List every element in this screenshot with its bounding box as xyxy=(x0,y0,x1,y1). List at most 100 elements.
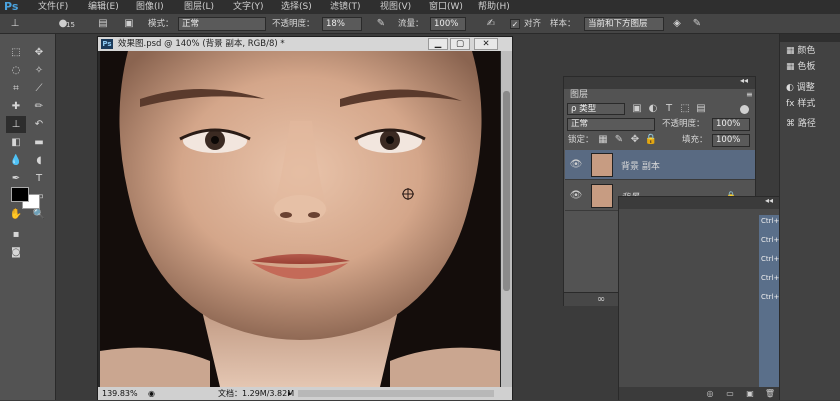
ignore-adjustment-icon[interactable]: ◈ xyxy=(670,17,684,31)
clone-source-icon[interactable]: ▣ xyxy=(122,17,136,31)
lock-all-icon[interactable]: 🔒 xyxy=(644,133,658,147)
marquee-tool-icon[interactable]: ⬚ xyxy=(6,44,26,61)
fill-input[interactable]: 100% xyxy=(712,134,750,147)
filter-adjust-icon[interactable]: ◐ xyxy=(646,102,660,116)
new-action-icon[interactable]: ▣ xyxy=(743,387,757,400)
menu-edit[interactable]: 编辑(E) xyxy=(88,0,119,14)
collapse-icon[interactable]: ◂◂ xyxy=(765,196,773,205)
status-bar: 139.83% ◉ 文档：1.29M/3.82M ▸ xyxy=(98,387,512,400)
dock-color[interactable]: ▦ 颜色 xyxy=(786,44,815,58)
menu-type[interactable]: 文字(Y) xyxy=(233,0,264,14)
document-window: Ps 效果图.psd @ 140% (背景 副本, RGB/8) * ▁ ▢ ✕ xyxy=(97,36,513,400)
zoom-level[interactable]: 139.83% xyxy=(102,387,138,400)
visibility-eye-icon[interactable]: 👁 xyxy=(569,189,583,203)
menu-window[interactable]: 窗口(W) xyxy=(429,0,463,14)
menu-filter[interactable]: 滤镜(T) xyxy=(330,0,361,14)
status-arrow-icon[interactable]: ▸ xyxy=(288,387,292,400)
dock-adjustments-label: 调整 xyxy=(796,83,815,93)
menu-file[interactable]: 文件(F) xyxy=(38,0,68,14)
collapse-icon[interactable]: ◂◂ xyxy=(740,76,748,85)
airbrush-icon[interactable]: ✍ xyxy=(484,17,498,31)
filter-shape-icon[interactable]: ⬚ xyxy=(678,102,692,116)
mode-select[interactable]: 正常 xyxy=(178,17,266,31)
lasso-tool-icon[interactable]: ◌ xyxy=(6,62,26,79)
flow-input[interactable]: 100% xyxy=(430,17,466,31)
document-title: 效果图.psd @ 140% (背景 副本, RGB/8) * xyxy=(118,39,285,49)
crop-tool-icon[interactable]: ⌗ xyxy=(6,80,26,97)
mode-label: 模式： xyxy=(148,19,174,29)
dock-adjustments[interactable]: ◐ 调整 xyxy=(786,81,815,95)
actions-footer: ◎ ▭ ▣ 🗑 xyxy=(619,387,782,400)
status-menu-icon[interactable]: ◉ xyxy=(148,387,155,400)
filter-pixel-icon[interactable]: ▣ xyxy=(630,102,644,116)
adjustments-icon: ◐ xyxy=(786,83,794,93)
lock-position-icon[interactable]: ✥ xyxy=(628,133,642,147)
lock-transparent-icon[interactable]: ▦ xyxy=(596,133,610,147)
menu-bar: Ps 文件(F) 编辑(E) 图像(I) 图层(L) 文字(Y) 选择(S) 滤… xyxy=(0,0,840,14)
type-tool-icon[interactable]: T xyxy=(29,170,49,187)
link-layers-icon[interactable]: ∞ xyxy=(594,293,608,307)
play-icon[interactable]: ▭ xyxy=(723,387,737,400)
document-tab[interactable]: Ps 效果图.psd @ 140% (背景 副本, RGB/8) * ▁ ▢ ✕ xyxy=(98,37,512,51)
quick-mask-icon[interactable]: ◙ xyxy=(6,244,26,261)
menu-select[interactable]: 选择(S) xyxy=(281,0,312,14)
pressure-opacity-icon[interactable]: ✎ xyxy=(374,17,388,31)
vertical-scrollbar[interactable] xyxy=(501,51,512,387)
layer-thumbnail xyxy=(591,184,613,208)
restore-icon[interactable]: ▢ xyxy=(450,38,470,50)
document-size: 文档：1.29M/3.82M xyxy=(218,389,295,398)
layer-row-background-copy[interactable]: 👁 背景 副本 xyxy=(565,150,755,180)
horizontal-scrollbar[interactable] xyxy=(298,390,494,397)
menu-layer[interactable]: 图层(L) xyxy=(184,0,214,14)
delete-action-icon[interactable]: 🗑 xyxy=(763,387,777,400)
filter-type-icon[interactable]: T xyxy=(662,102,676,116)
image-canvas[interactable] xyxy=(100,51,500,387)
record-icon[interactable]: ◎ xyxy=(703,387,717,400)
layer-thumbnail xyxy=(591,153,613,177)
dock-swatches[interactable]: ▦ 色板 xyxy=(786,60,815,74)
move-tool-icon[interactable]: ✥ xyxy=(29,44,49,61)
brush-tool-icon[interactable]: ✏ xyxy=(29,98,49,115)
align-checkbox[interactable]: ✓ xyxy=(510,19,520,29)
filter-smart-icon[interactable]: ▤ xyxy=(694,102,708,116)
magic-wand-icon[interactable]: ✧ xyxy=(29,62,49,79)
dodge-tool-icon[interactable]: ◖ xyxy=(29,152,49,169)
right-dock: ▦ 颜色 ▦ 色板 ◐ 调整 fx 样式 ⌘ 路径 xyxy=(779,34,840,400)
scroll-thumb[interactable] xyxy=(503,91,510,291)
filter-toggle[interactable] xyxy=(740,105,749,114)
history-brush-icon[interactable]: ↶ xyxy=(29,116,49,133)
toggle-brush-panel-icon[interactable]: ▤ xyxy=(96,17,110,31)
lock-image-icon[interactable]: ✎ xyxy=(612,133,626,147)
layers-tab[interactable]: 图层 xyxy=(566,89,606,101)
dock-styles-label: 样式 xyxy=(797,99,816,109)
dock-styles[interactable]: fx 样式 xyxy=(786,97,815,111)
panel-menu-icon[interactable]: ≡ xyxy=(746,90,753,99)
opacity-input[interactable]: 18% xyxy=(322,17,362,31)
eraser-tool-icon[interactable]: ◧ xyxy=(6,134,26,151)
close-icon[interactable]: ✕ xyxy=(474,38,498,50)
visibility-eye-icon[interactable]: 👁 xyxy=(569,158,583,172)
sample-select[interactable]: 当前和下方图层 xyxy=(584,17,664,31)
default-colors-icon[interactable]: ▪ xyxy=(6,229,26,241)
layer-opacity-input[interactable]: 100% xyxy=(712,118,750,131)
dock-paths[interactable]: ⌘ 路径 xyxy=(786,117,816,131)
paths-icon: ⌘ xyxy=(786,119,795,129)
options-bar: ⊥ ● 15 ▤ ▣ 模式： 正常 不透明度： 18% ✎ 流量： 100% ✍… xyxy=(0,14,840,34)
minimize-icon[interactable]: ▁ xyxy=(428,38,448,50)
clone-stamp-icon[interactable]: ⊥ xyxy=(4,17,26,31)
clone-stamp-tool-icon[interactable]: ⊥ xyxy=(6,116,26,133)
menu-view[interactable]: 视图(V) xyxy=(380,0,411,14)
menu-image[interactable]: 图像(I) xyxy=(136,0,164,14)
menu-help[interactable]: 帮助(H) xyxy=(478,0,510,14)
pressure-size-icon[interactable]: ✎ xyxy=(690,17,704,31)
blend-mode-select[interactable]: 正常 xyxy=(567,118,655,131)
blur-tool-icon[interactable]: 💧 xyxy=(6,152,26,169)
foreground-color-swatch[interactable] xyxy=(11,187,29,202)
eyedropper-icon[interactable]: ⟋ xyxy=(29,80,49,97)
styles-icon: fx xyxy=(786,99,795,109)
healing-brush-icon[interactable]: ✚ xyxy=(6,98,26,115)
gradient-tool-icon[interactable]: ▬ xyxy=(29,134,49,151)
pen-tool-icon[interactable]: ✒ xyxy=(6,170,26,187)
layer-filter-select[interactable]: ρ 类型 xyxy=(567,103,625,115)
opacity-label: 不透明度： xyxy=(272,19,315,29)
